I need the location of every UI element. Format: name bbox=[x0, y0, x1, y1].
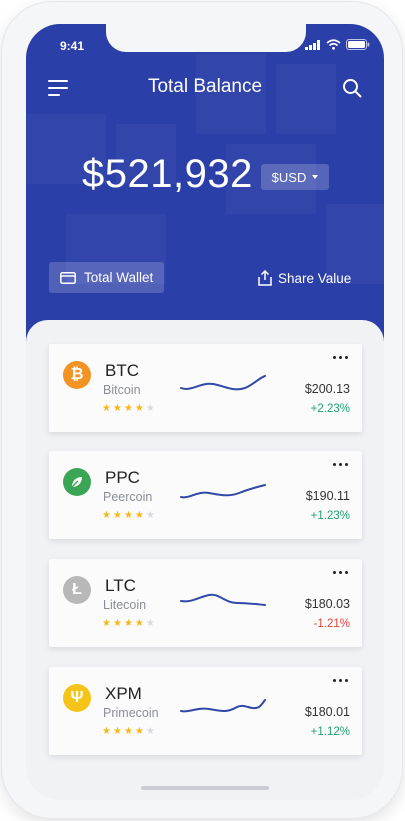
coin-list: ₿ BTC Bitcoin ★ ★ ★ ★ ★ $200.13 +2.23% PPC P… bbox=[26, 320, 384, 800]
star-filled-icon: ★ bbox=[134, 510, 144, 521]
star-empty-icon: ★ bbox=[145, 403, 155, 414]
litecoin-icon: Ł bbox=[63, 576, 91, 604]
more-options-icon[interactable] bbox=[330, 352, 350, 362]
star-filled-icon: ★ bbox=[112, 618, 122, 629]
coin-card-ltc[interactable]: Ł LTC Litecoin ★ ★ ★ ★ ★ $180.03 -1.21% bbox=[49, 559, 362, 647]
coin-name: Litecoin bbox=[103, 598, 147, 612]
battery-icon bbox=[346, 39, 370, 50]
share-value-button[interactable]: Share Value bbox=[258, 266, 351, 290]
coin-symbol: LTC bbox=[105, 576, 136, 595]
sparkline-chart bbox=[180, 375, 266, 391]
coin-name: Bitcoin bbox=[103, 383, 141, 397]
primecoin-icon: Ψ bbox=[63, 684, 91, 712]
star-filled-icon: ★ bbox=[102, 618, 111, 629]
wallet-card-icon bbox=[60, 271, 76, 284]
coin-rating: ★ ★ ★ ★ ★ bbox=[102, 727, 155, 737]
coin-name: Peercoin bbox=[103, 490, 153, 504]
star-filled-icon: ★ bbox=[102, 403, 111, 414]
star-filled-icon: ★ bbox=[134, 618, 144, 629]
coin-symbol: PPC bbox=[105, 468, 140, 487]
coin-symbol: XPM bbox=[105, 684, 142, 703]
share-value-label: Share Value bbox=[278, 270, 352, 286]
sparkline-chart bbox=[180, 484, 266, 499]
star-filled-icon: ★ bbox=[123, 726, 133, 737]
caret-down-icon bbox=[312, 175, 319, 179]
star-filled-icon: ★ bbox=[123, 403, 133, 414]
coin-price: $180.01 bbox=[304, 705, 350, 719]
more-options-icon[interactable] bbox=[330, 567, 350, 577]
coin-price: $190.11 bbox=[305, 489, 350, 503]
cellular-signal-icon bbox=[305, 39, 320, 50]
total-wallet-label: Total Wallet bbox=[84, 270, 154, 285]
balance-header: 9:41 Total Balance $521,932 $USD Total W… bbox=[26, 24, 384, 342]
coin-card-xpm[interactable]: Ψ XPM Primecoin ★ ★ ★ ★ ★ $180.01 +1.12% bbox=[49, 667, 362, 755]
share-icon bbox=[258, 270, 272, 286]
total-wallet-button[interactable]: Total Wallet bbox=[49, 262, 164, 293]
currency-label: $USD bbox=[271, 169, 307, 185]
coin-price: $200.13 bbox=[304, 382, 350, 396]
total-balance-amount: $521,932 bbox=[82, 152, 253, 196]
status-icons bbox=[305, 39, 370, 50]
star-filled-icon: ★ bbox=[112, 726, 122, 737]
coin-change: +1.23% bbox=[310, 510, 350, 522]
peercoin-icon bbox=[63, 468, 91, 496]
star-filled-icon: ★ bbox=[102, 726, 111, 737]
star-filled-icon: ★ bbox=[112, 510, 122, 521]
coin-price: $180.03 bbox=[304, 597, 350, 611]
star-filled-icon: ★ bbox=[123, 510, 133, 521]
star-filled-icon: ★ bbox=[123, 618, 133, 629]
bitcoin-icon: ₿ bbox=[63, 361, 91, 389]
coin-rating: ★ ★ ★ ★ ★ bbox=[102, 511, 155, 521]
coin-card-btc[interactable]: ₿ BTC Bitcoin ★ ★ ★ ★ ★ $200.13 +2.23% bbox=[49, 344, 362, 432]
page-title: Total Balance bbox=[147, 76, 263, 97]
phone-frame: 9:41 Total Balance $521,932 $USD Total W… bbox=[2, 2, 402, 818]
coin-symbol: BTC bbox=[105, 361, 139, 380]
star-empty-icon: ★ bbox=[145, 510, 155, 521]
star-empty-icon: ★ bbox=[145, 618, 155, 629]
coin-change: +1.12% bbox=[310, 726, 350, 738]
star-filled-icon: ★ bbox=[112, 403, 122, 414]
coin-rating: ★ ★ ★ ★ ★ bbox=[102, 404, 155, 414]
star-filled-icon: ★ bbox=[102, 510, 111, 521]
star-empty-icon: ★ bbox=[145, 726, 155, 737]
coin-change: -1.21% bbox=[313, 618, 350, 630]
sparkline-chart bbox=[180, 699, 266, 713]
more-options-icon[interactable] bbox=[330, 459, 350, 469]
home-indicator[interactable] bbox=[141, 786, 269, 790]
star-filled-icon: ★ bbox=[134, 403, 144, 414]
search-icon[interactable] bbox=[342, 78, 362, 98]
app-screen: 9:41 Total Balance $521,932 $USD Total W… bbox=[26, 24, 384, 800]
device-notch bbox=[106, 24, 306, 52]
currency-selector[interactable]: $USD bbox=[261, 164, 329, 190]
coin-card-ppc[interactable]: PPC Peercoin ★ ★ ★ ★ ★ $190.11 +1.23% bbox=[49, 451, 362, 539]
status-time: 9:41 bbox=[60, 39, 85, 53]
wifi-icon bbox=[326, 39, 341, 50]
coin-rating: ★ ★ ★ ★ ★ bbox=[102, 619, 155, 629]
star-filled-icon: ★ bbox=[134, 726, 144, 737]
coin-change: +2.23% bbox=[310, 403, 350, 415]
more-options-icon[interactable] bbox=[330, 675, 350, 685]
coin-name: Primecoin bbox=[103, 706, 159, 720]
sparkline-chart bbox=[180, 593, 266, 606]
